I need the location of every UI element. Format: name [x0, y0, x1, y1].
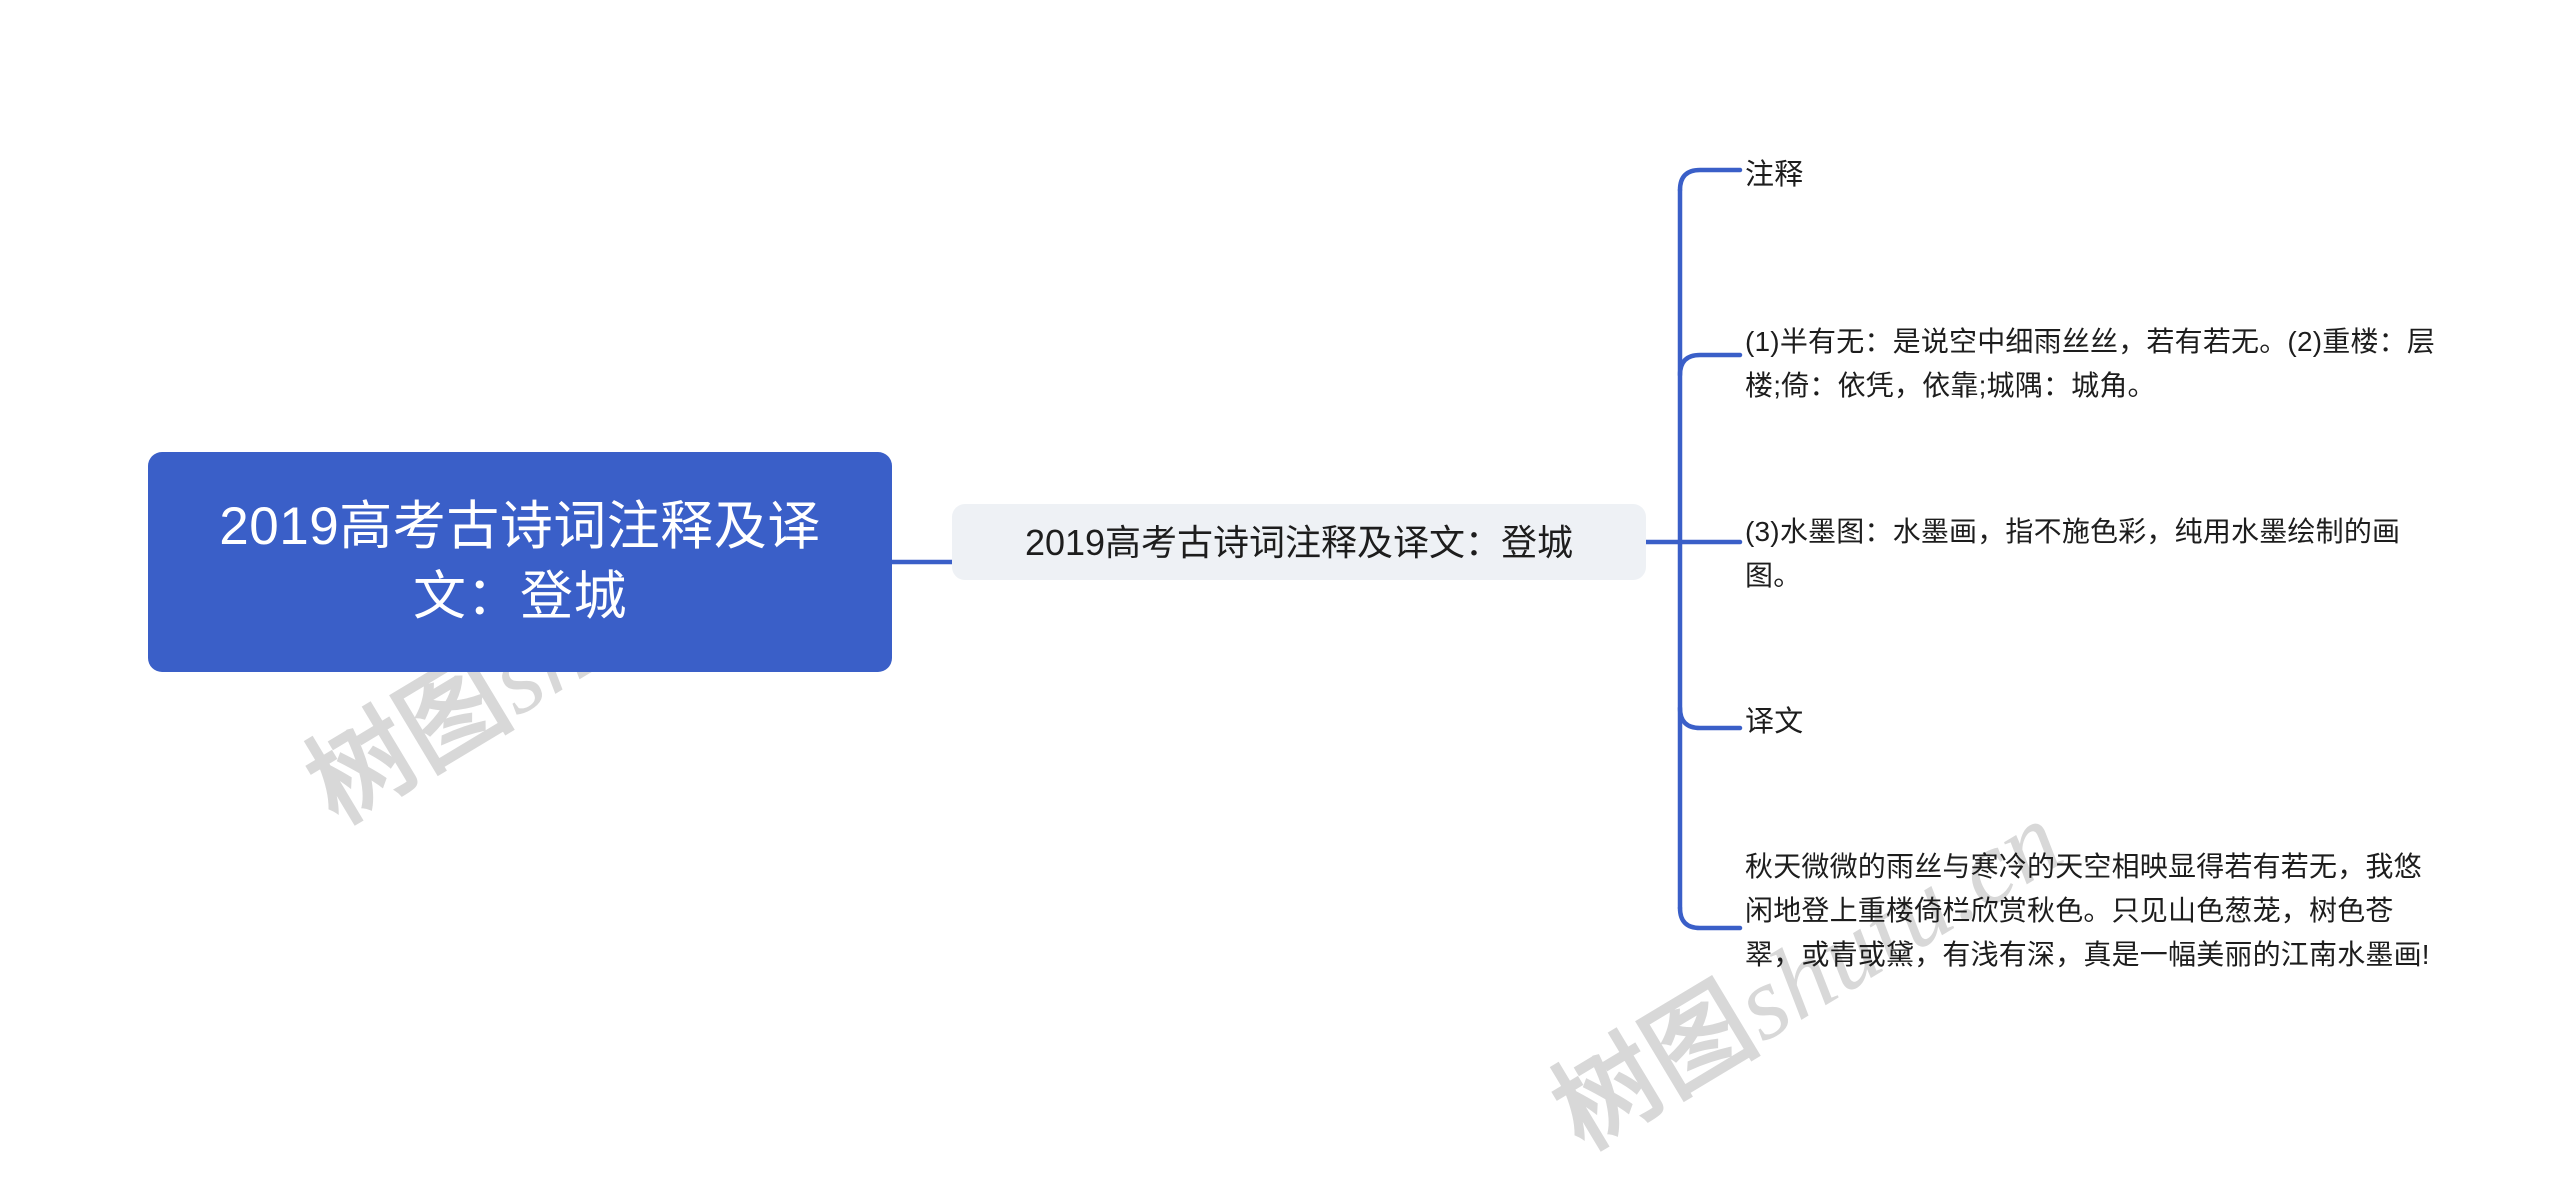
- branch-item-yiwen-heading[interactable]: 译文: [1745, 700, 2165, 746]
- connector-branch-1: [1677, 352, 1743, 378]
- branch-item-yiwen-body[interactable]: 秋天微微的雨丝与寒冷的天空相映显得若有若无，我悠闲地登上重楼倚栏欣赏秋色。只见山…: [1745, 845, 2445, 978]
- root-node[interactable]: 2019高考古诗词注释及译文：登城: [148, 452, 892, 672]
- topic-node[interactable]: 2019高考古诗词注释及译文：登城: [952, 504, 1646, 580]
- connector-branch-0: [1677, 167, 1743, 193]
- root-node-label: 2019高考古诗词注释及译文：登城: [219, 497, 821, 626]
- branch-item-zhushi-heading[interactable]: 注释: [1745, 153, 2165, 199]
- branch-item-zhushi-3[interactable]: (3)水墨图：水墨画，指不施色彩，纯用水墨绘制的画图。: [1745, 510, 2445, 598]
- connector-branch-3: [1677, 705, 1743, 731]
- watermark-cn-text: 树图: [1534, 963, 1775, 1171]
- branch-item-zhushi-1-2[interactable]: (1)半有无：是说空中细雨丝丝，若有若无。(2)重楼：层楼;倚：依凭，依靠;城隅…: [1745, 320, 2445, 408]
- connector-branch-4: [1677, 905, 1743, 931]
- mindmap-canvas: 树图shutu.cn 树图shutu.cn 2019高考古诗词注释及译文：登城: [0, 0, 2560, 1179]
- topic-node-label: 2019高考古诗词注释及译文：登城: [1024, 521, 1574, 563]
